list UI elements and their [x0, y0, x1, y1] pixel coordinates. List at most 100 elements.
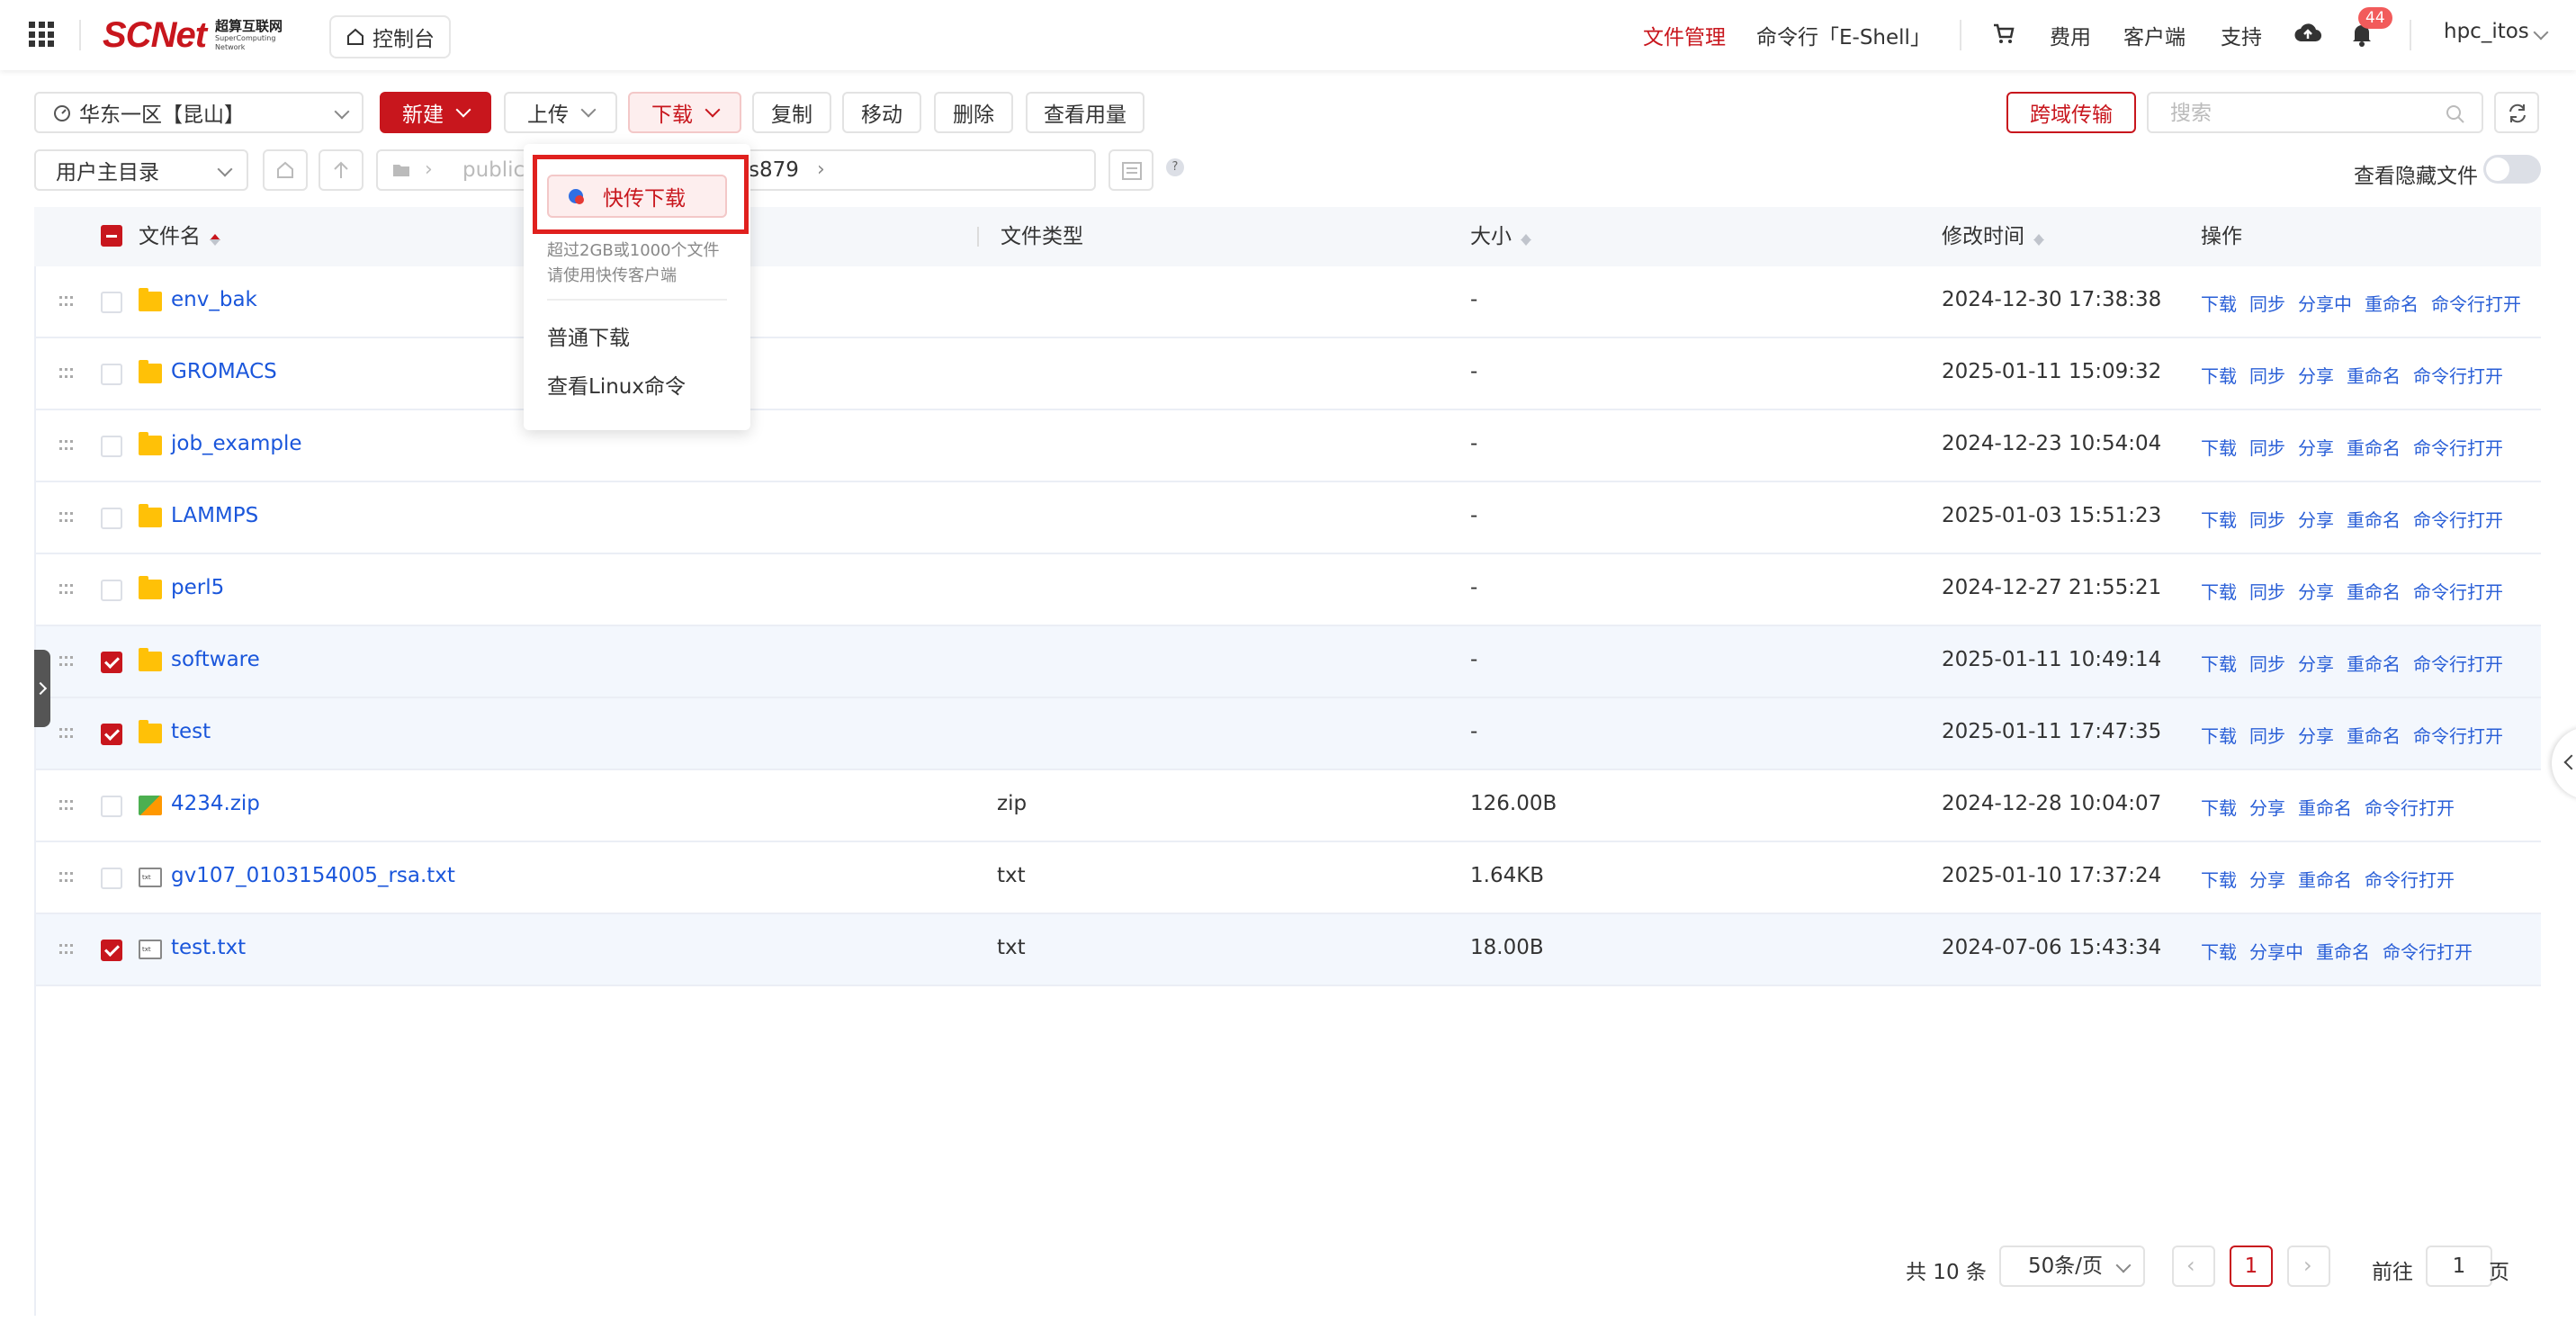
- row-checkbox[interactable]: [101, 364, 122, 385]
- nav-client[interactable]: 客户端: [2123, 20, 2186, 50]
- search-input[interactable]: [2168, 101, 2442, 126]
- row-op-link[interactable]: 命令行打开: [2413, 437, 2503, 459]
- row-checkbox[interactable]: [101, 868, 122, 889]
- row-op-link[interactable]: 下载: [2201, 581, 2237, 603]
- table-row[interactable]: LAMMPS - 2025-01-03 15:51:23 下载 同步 分享 重命名 命令行打开: [34, 482, 2541, 554]
- select-all-checkbox[interactable]: [101, 225, 122, 247]
- table-row[interactable]: software - 2025-01-11 10:49:14 下载 同步 分享 重命名 命令行…: [34, 626, 2541, 698]
- apps-grid-icon[interactable]: [29, 22, 54, 47]
- linux-command-item[interactable]: 查看Linux命令: [547, 369, 686, 400]
- row-checkbox[interactable]: [101, 508, 122, 529]
- file-name-link[interactable]: perl5: [171, 576, 224, 599]
- table-row[interactable]: 4234.zip zip 126.00B 2024-12-28 10:04:07 下载分…: [34, 770, 2541, 842]
- page-size-select[interactable]: 50条/页: [1999, 1246, 2145, 1287]
- table-row[interactable]: gv107_0103154005_rsa.txt txt 1.64KB 2025-01…: [34, 842, 2541, 914]
- new-button[interactable]: 新建: [380, 92, 491, 133]
- table-row[interactable]: perl5 - 2024-12-27 21:55:21 下载 同步 分享 重命名 命令行打开: [34, 554, 2541, 626]
- file-name-link[interactable]: GROMACS: [171, 360, 277, 383]
- help-icon[interactable]: ?: [1166, 158, 1184, 176]
- table-row[interactable]: job_example - 2024-12-23 10:54:04 下载 同步 分享 重命名…: [34, 410, 2541, 482]
- row-op-link[interactable]: 分享: [2298, 509, 2334, 531]
- row-checkbox[interactable]: [101, 580, 122, 601]
- row-op-link[interactable]: 重命名: [2347, 365, 2401, 387]
- row-op-link[interactable]: 重命名: [2347, 437, 2401, 459]
- row-op-link[interactable]: 分享中: [2249, 941, 2303, 963]
- nav-eshell[interactable]: 命令行「E-Shell」: [1756, 20, 1931, 50]
- sort-icon[interactable]: [210, 229, 220, 247]
- user-menu[interactable]: hpc_itos: [2444, 20, 2529, 43]
- normal-download-item[interactable]: 普通下载: [547, 320, 630, 351]
- row-op-link[interactable]: 命令行打开: [2413, 365, 2503, 387]
- cloud-upload-icon[interactable]: [2294, 22, 2321, 45]
- file-name-link[interactable]: test.txt: [171, 936, 246, 959]
- parent-dir-button[interactable]: [319, 149, 364, 191]
- table-row[interactable]: GROMACS - 2025-01-11 15:09:32 下载 同步 分享 重命名 命令行打…: [34, 338, 2541, 410]
- copy-button[interactable]: 复制: [752, 92, 831, 133]
- row-op-link[interactable]: 重命名: [2347, 581, 2401, 603]
- row-op-link[interactable]: 同步: [2249, 653, 2285, 675]
- row-checkbox[interactable]: [101, 940, 122, 961]
- download-button[interactable]: 下载: [628, 92, 741, 133]
- home-dir-button[interactable]: [263, 149, 308, 191]
- row-op-link[interactable]: 下载: [2201, 869, 2237, 891]
- col-size-header[interactable]: 大小: [1470, 207, 1531, 266]
- table-row[interactable]: test - 2025-01-11 17:47:35 下载 同步 分享 重命名 命令行打开: [34, 698, 2541, 770]
- row-checkbox[interactable]: [101, 652, 122, 673]
- row-op-link[interactable]: 分享中: [2298, 293, 2352, 315]
- row-op-link[interactable]: 重命名: [2347, 509, 2401, 531]
- sort-icon[interactable]: [2033, 229, 2044, 247]
- file-name-link[interactable]: gv107_0103154005_rsa.txt: [171, 864, 455, 887]
- row-op-link[interactable]: 下载: [2201, 365, 2237, 387]
- row-op-link[interactable]: 分享: [2249, 869, 2285, 891]
- next-page-button[interactable]: ›: [2287, 1246, 2330, 1287]
- nav-support[interactable]: 支持: [2221, 20, 2262, 50]
- file-name-link[interactable]: software: [171, 648, 260, 671]
- drag-handle-icon[interactable]: [59, 512, 74, 523]
- row-op-link[interactable]: 命令行打开: [2365, 869, 2455, 891]
- row-op-link[interactable]: 同步: [2249, 725, 2285, 747]
- show-hidden-toggle[interactable]: [2483, 155, 2541, 184]
- row-op-link[interactable]: 命令行打开: [2413, 725, 2503, 747]
- drag-handle-icon[interactable]: [59, 944, 74, 955]
- row-checkbox[interactable]: [101, 292, 122, 313]
- refresh-button[interactable]: [2494, 92, 2539, 133]
- file-name-link[interactable]: test: [171, 720, 211, 743]
- row-op-link[interactable]: 重命名: [2298, 869, 2352, 891]
- drag-handle-icon[interactable]: [59, 728, 74, 739]
- drag-handle-icon[interactable]: [59, 368, 74, 379]
- table-row[interactable]: env_bak - 2024-12-30 17:38:38 下载 同步 分享中 重命名 命令行…: [34, 266, 2541, 338]
- col-name-header[interactable]: 文件名: [139, 207, 220, 266]
- row-op-link[interactable]: 命令行打开: [2383, 941, 2473, 963]
- row-checkbox[interactable]: [101, 796, 122, 817]
- row-op-link[interactable]: 分享: [2298, 653, 2334, 675]
- row-op-link[interactable]: 命令行打开: [2431, 293, 2521, 315]
- root-dir-select[interactable]: 用户主目录: [34, 149, 248, 191]
- file-name-link[interactable]: LAMMPS: [171, 504, 258, 527]
- row-op-link[interactable]: 同步: [2249, 437, 2285, 459]
- row-op-link[interactable]: 同步: [2249, 365, 2285, 387]
- usage-button[interactable]: 查看用量: [1026, 92, 1144, 133]
- row-op-link[interactable]: 下载: [2201, 293, 2237, 315]
- row-op-link[interactable]: 重命名: [2365, 293, 2419, 315]
- row-op-link[interactable]: 命令行打开: [2413, 653, 2503, 675]
- drag-handle-icon[interactable]: [59, 656, 74, 667]
- row-op-link[interactable]: 命令行打开: [2413, 581, 2503, 603]
- row-op-link[interactable]: 同步: [2249, 293, 2285, 315]
- path-copy-button[interactable]: [1108, 149, 1153, 191]
- scnet-logo[interactable]: SCNet 超算互联网 SuperComputing Network: [103, 13, 283, 58]
- row-op-link[interactable]: 下载: [2201, 653, 2237, 675]
- drag-handle-icon[interactable]: [59, 584, 74, 595]
- row-op-link[interactable]: 同步: [2249, 581, 2285, 603]
- nav-file-management[interactable]: 文件管理: [1643, 20, 1726, 50]
- current-page-button[interactable]: 1: [2230, 1246, 2273, 1287]
- nav-fees[interactable]: 费用: [2050, 20, 2091, 50]
- row-op-link[interactable]: 重命名: [2347, 653, 2401, 675]
- right-panel-expand-tab[interactable]: [2552, 727, 2576, 799]
- cross-domain-transfer-button[interactable]: 跨域传输: [2006, 92, 2136, 133]
- search-icon[interactable]: [2446, 104, 2465, 124]
- table-row[interactable]: test.txt txt 18.00B 2024-07-06 15:43:34 下载分享…: [34, 914, 2541, 986]
- left-panel-expand-tab[interactable]: [34, 650, 50, 727]
- console-button[interactable]: 控制台: [329, 15, 451, 58]
- row-op-link[interactable]: 下载: [2201, 941, 2237, 963]
- row-op-link[interactable]: 同步: [2249, 509, 2285, 531]
